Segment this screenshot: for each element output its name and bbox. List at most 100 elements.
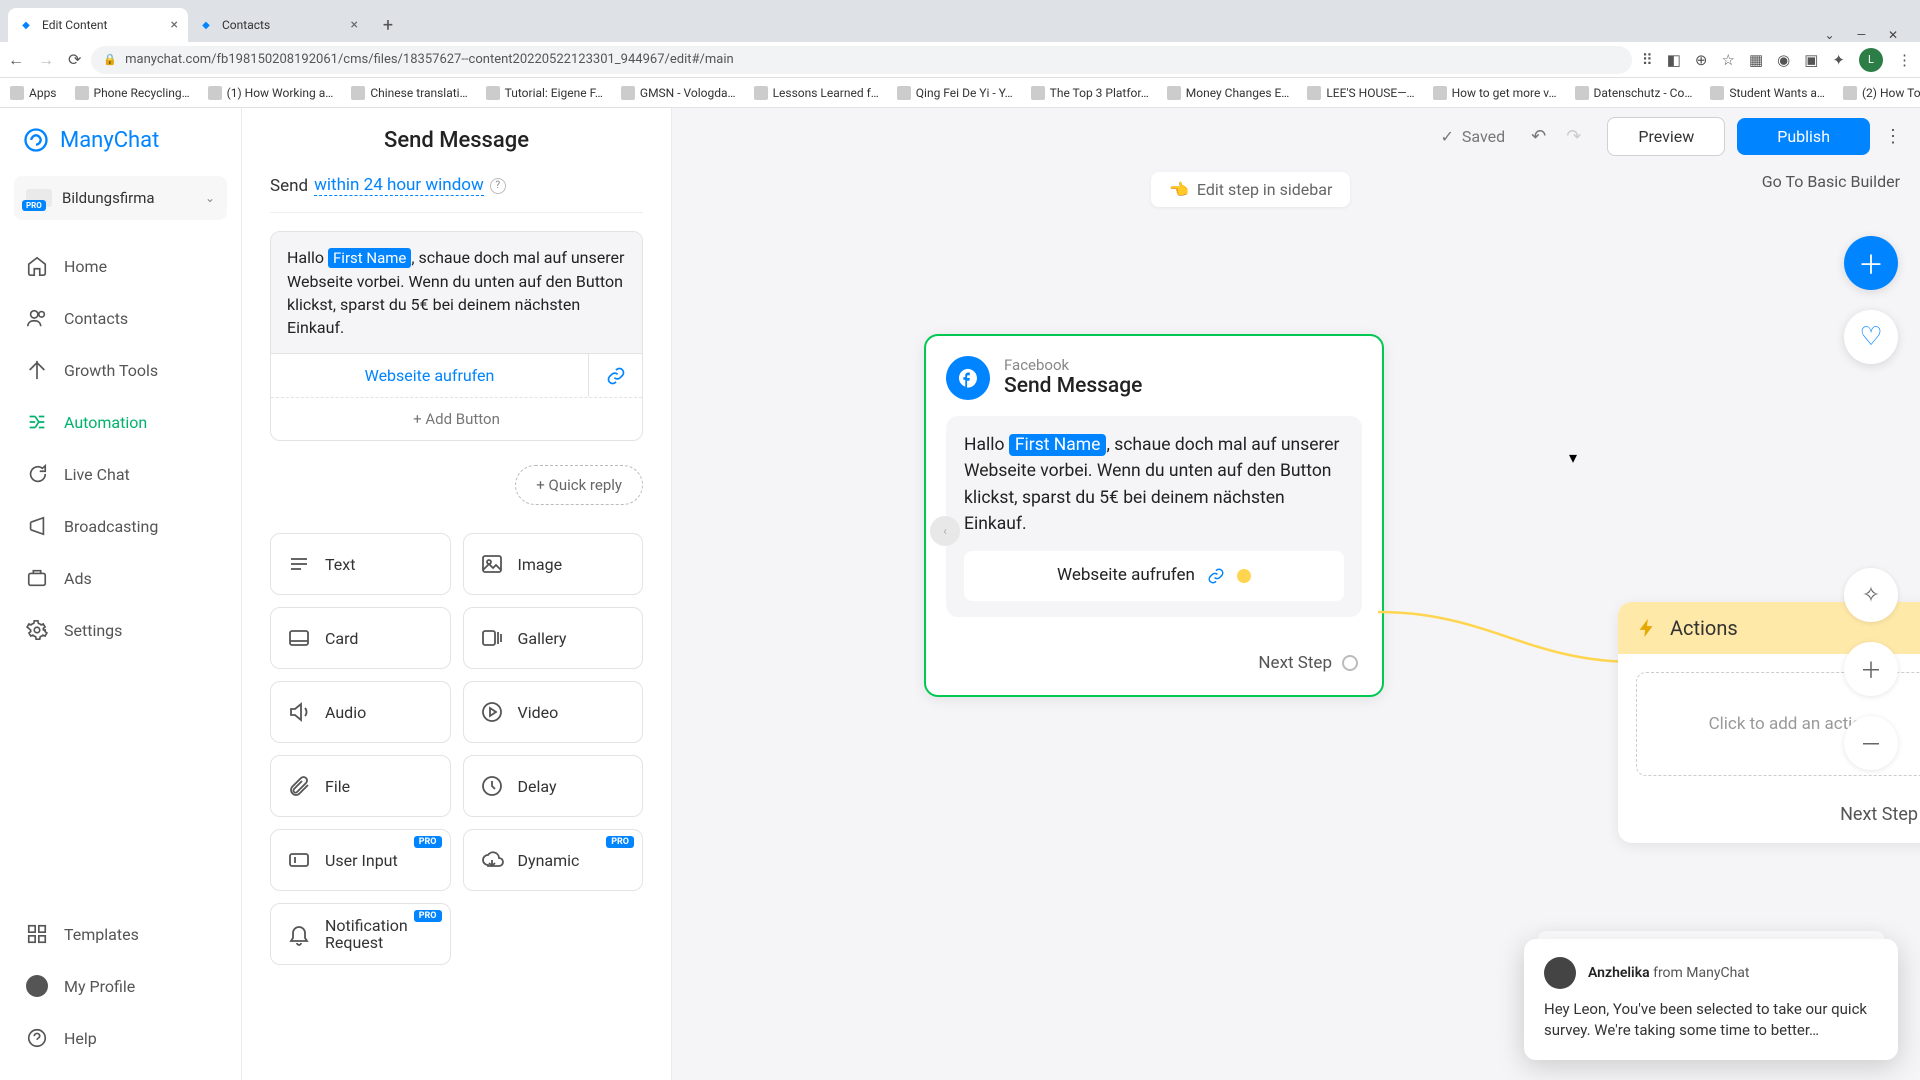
block-delay[interactable]: Delay (463, 755, 644, 817)
puzzle-icon[interactable]: ✦ (1832, 51, 1845, 69)
link-icon[interactable] (588, 354, 642, 397)
block-dynamic[interactable]: DynamicPRO (463, 829, 644, 891)
zoom-out-button[interactable]: － (1844, 716, 1898, 770)
nav-templates[interactable]: Templates (8, 910, 233, 958)
brand-logo[interactable]: ManyChat (0, 126, 241, 176)
extension-icon[interactable]: ◉ (1777, 51, 1790, 69)
chevron-down-icon[interactable]: ⌄ (1825, 28, 1835, 42)
zoom-icon[interactable]: ⊕ (1695, 51, 1708, 69)
block-file[interactable]: File (270, 755, 451, 817)
nav-ads[interactable]: Ads (8, 554, 233, 602)
channel-label: Facebook (1004, 356, 1142, 374)
minimize-icon[interactable]: — (1857, 28, 1866, 42)
workspace-icon: PRO (26, 189, 52, 207)
block-video[interactable]: Video (463, 681, 644, 743)
edit-in-sidebar-chip[interactable]: 👈 Edit step in sidebar (1151, 172, 1350, 207)
add-step-fab[interactable]: ＋ (1844, 236, 1898, 290)
block-image[interactable]: Image (463, 533, 644, 595)
variable-chip[interactable]: First Name (328, 248, 411, 268)
apps-button[interactable]: Apps (10, 86, 57, 100)
tab-favicon: ◆ (198, 17, 214, 33)
bookmark-item[interactable]: The Top 3 Platfor… (1031, 86, 1149, 100)
bookmark-item[interactable]: Datenschutz - Co… (1575, 86, 1693, 100)
back-icon[interactable]: ← (8, 50, 24, 70)
tab-title: Edit Content (42, 18, 107, 32)
star-icon[interactable]: ☆ (1722, 51, 1735, 69)
nav-contacts[interactable]: Contacts (8, 294, 233, 342)
favorite-fab[interactable]: ♡ (1844, 310, 1898, 364)
url-input[interactable]: 🔒 manychat.com/fb198150208192061/cms/fil… (91, 46, 1631, 74)
nav-automation[interactable]: Automation (8, 398, 233, 446)
bookmark-item[interactable]: GMSN - Vologda… (621, 86, 736, 100)
bookmark-item[interactable]: How to get more v… (1433, 86, 1557, 100)
variable-chip: First Name (1009, 434, 1107, 456)
bookmark-item[interactable]: Chinese translati… (351, 86, 467, 100)
bookmark-item[interactable]: Phone Recycling… (75, 86, 190, 100)
extension-icon[interactable]: ◧ (1667, 51, 1681, 69)
profile-avatar[interactable]: L (1859, 48, 1883, 72)
bookmark-item[interactable]: Tutorial: Eigene F… (486, 86, 603, 100)
translate-icon[interactable]: ⠿ (1642, 51, 1653, 69)
block-text[interactable]: Text (270, 533, 451, 595)
add-button[interactable]: + Add Button (271, 397, 642, 440)
support-chat-widget[interactable]: Anzhelika from ManyChat Hey Leon, You've… (1524, 939, 1898, 1061)
forward-icon[interactable]: → (38, 50, 54, 70)
nav-help[interactable]: Help (8, 1014, 233, 1062)
add-quick-reply-button[interactable]: + Quick reply (515, 465, 643, 505)
send-window-link[interactable]: within 24 hour window (314, 175, 484, 196)
reload-icon[interactable]: ⟳ (68, 50, 81, 70)
lightning-icon (1636, 617, 1658, 639)
url-text: manychat.com/fb198150208192061/cms/files… (125, 52, 734, 67)
bookmark-item[interactable]: Money Changes E… (1167, 86, 1290, 100)
tab-favicon: ◆ (18, 17, 34, 33)
message-preview[interactable]: Hallo First Name, schaue doch mal auf un… (946, 416, 1362, 617)
zoom-in-button[interactable]: ＋ (1844, 642, 1898, 696)
extension-icon[interactable]: ▦ (1749, 51, 1763, 69)
connection-port[interactable] (1237, 569, 1251, 583)
link-icon (1207, 567, 1225, 585)
block-notification[interactable]: Notification RequestPRO (270, 903, 451, 965)
workspace-selector[interactable]: PRO Bildungsfirma ⌄ (14, 176, 227, 220)
nav-home[interactable]: Home (8, 242, 233, 290)
bookmark-item[interactable]: Student Wants a… (1710, 86, 1825, 100)
block-gallery[interactable]: Gallery (463, 607, 644, 669)
message-button[interactable]: Webseite aufrufen (271, 354, 588, 397)
close-icon[interactable]: × (171, 17, 178, 33)
flow-canvas[interactable]: Send Message Send within 24 hour window … (242, 108, 1920, 1080)
extension-icon[interactable]: ▣ (1804, 51, 1818, 69)
bookmark-item[interactable]: Qing Fei De Yi - Y… (897, 86, 1013, 100)
close-icon[interactable]: ✕ (1888, 28, 1898, 42)
block-user-input[interactable]: User InputPRO (270, 829, 451, 891)
browser-tab[interactable]: ◆ Contacts × (188, 8, 368, 42)
auto-arrange-button[interactable]: ✧ (1844, 568, 1898, 622)
bookmark-item[interactable]: Lessons Learned f… (754, 86, 879, 100)
menu-icon[interactable]: ⋮ (1897, 51, 1912, 69)
block-card[interactable]: Card (270, 607, 451, 669)
prev-icon[interactable]: ‹ (930, 516, 960, 546)
new-tab-button[interactable]: + (374, 11, 402, 39)
message-text[interactable]: Hallo First Name, schaue doch mal auf un… (271, 232, 642, 353)
canvas-send-message-card[interactable]: Facebook Send Message Hallo First Name, … (924, 334, 1384, 697)
browser-tab-active[interactable]: ◆ Edit Content × (8, 8, 188, 42)
go-basic-builder-link[interactable]: Go To Basic Builder (1762, 172, 1900, 191)
nav-settings[interactable]: Settings (8, 606, 233, 654)
info-icon[interactable]: ? (490, 178, 506, 194)
nav-broadcasting[interactable]: Broadcasting (8, 502, 233, 550)
bookmark-item[interactable]: LEE'S HOUSE—… (1307, 86, 1414, 100)
bookmark-item[interactable]: (1) How Working a… (208, 86, 334, 100)
nav-growth-tools[interactable]: Growth Tools (8, 346, 233, 394)
block-audio[interactable]: Audio (270, 681, 451, 743)
nav-live-chat[interactable]: Live Chat (8, 450, 233, 498)
actions-title: Actions (1670, 616, 1738, 640)
flow-connector (1378, 606, 1638, 676)
send-window-row: Send within 24 hour window ? (270, 167, 643, 213)
avatar-icon (1544, 957, 1576, 989)
message-block[interactable]: Hallo First Name, schaue doch mal auf un… (270, 231, 643, 441)
bookmark-item[interactable]: (2) How To Add A… (1843, 86, 1920, 100)
nav-profile[interactable]: My Profile (8, 962, 233, 1010)
facebook-icon (946, 356, 990, 400)
connection-port[interactable] (1342, 655, 1358, 671)
preview-button-row[interactable]: Webseite aufrufen (964, 551, 1344, 601)
address-bar: ← → ⟳ 🔒 manychat.com/fb198150208192061/c… (0, 42, 1920, 78)
close-icon[interactable]: × (351, 17, 358, 33)
